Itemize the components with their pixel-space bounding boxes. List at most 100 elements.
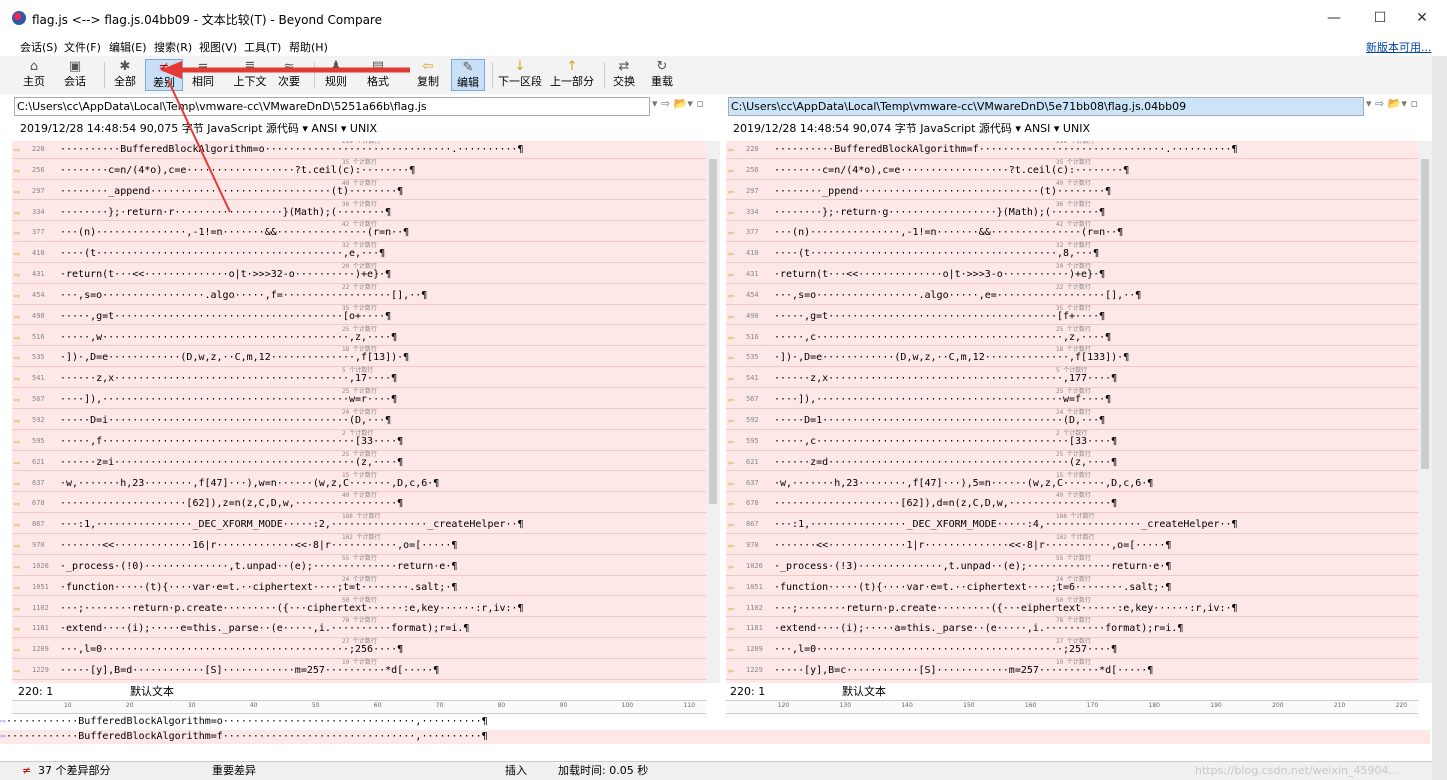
ruler-tick-label: 80 [497, 702, 506, 709]
right-text-pane[interactable]: 219 个计数行 ⇦ 220 ··········BufferedBlockAlgor… [726, 141, 1418, 683]
rules-button[interactable]: ♟ 规则 [320, 59, 352, 91]
menu-view[interactable]: 视图(V) [199, 39, 237, 55]
copy-right-arrow-icon[interactable]: ⇨ [14, 208, 20, 219]
copy-left-arrow-icon[interactable]: ⇦ [728, 395, 734, 406]
prev-section-button[interactable]: ↑ 上一部分 [548, 59, 596, 91]
copy-left-arrow-icon[interactable]: ⇦ [728, 353, 734, 364]
line-number: 490 [32, 311, 45, 320]
diff-row[interactable]: 19 个计数行 ⇦ 1229 ·····[y],B=c············[S]·… [726, 659, 1418, 680]
left-path-input[interactable]: C:\Users\cc\AppData\Local\Temp\vmware-cc… [14, 97, 650, 116]
copy-right-arrow-icon[interactable]: ⇨ [14, 228, 20, 239]
copy-left-arrow-icon[interactable]: ⇦ [728, 166, 734, 177]
copy-right-arrow-icon[interactable]: ⇨ [14, 499, 20, 510]
copy-right-arrow-icon[interactable]: ⇨ [14, 458, 20, 469]
copy-left-arrow-icon[interactable]: ⇦ [728, 291, 734, 302]
new-version-link[interactable]: 新版本可用... [1366, 39, 1432, 55]
copy-right-arrow-icon[interactable]: ⇨ [14, 395, 20, 406]
right-path-controls[interactable]: ▾ ⇨ 📂▾ ▫ [1366, 97, 1430, 116]
copy-left-arrow-icon[interactable]: ⇦ [728, 458, 734, 469]
copy-right-arrow-icon[interactable]: ⇨ [14, 312, 20, 323]
copy-left-arrow-icon[interactable]: ⇦ [728, 645, 734, 656]
copy-right-arrow-icon[interactable]: ⇨ [14, 374, 20, 385]
copy-left-arrow-icon[interactable]: ⇦ [728, 333, 734, 344]
line-text: ·····D=1································… [774, 415, 1106, 426]
line-number: 1026 [32, 561, 49, 570]
copy-left-arrow-icon[interactable]: ⇦ [728, 312, 734, 323]
line-text: ········};·return·g··················}(M… [774, 206, 1106, 218]
copy-left-arrow-icon[interactable]: ⇦ [728, 228, 734, 239]
minimize-button[interactable]: — [1314, 6, 1354, 30]
show-same-button[interactable]: = 相同 [187, 59, 219, 91]
left-vertical-scrollbar[interactable] [706, 141, 720, 683]
close-button[interactable]: ✕ [1402, 6, 1442, 30]
copy-left-arrow-icon[interactable]: ⇦ [728, 208, 734, 219]
session-button[interactable]: ▣ 会话 [56, 59, 94, 91]
copy-left-arrow-icon[interactable]: ⇦ [728, 666, 734, 677]
copy-left-arrow-icon[interactable]: ⇦ [728, 520, 734, 531]
scroll-thumb[interactable] [1421, 159, 1429, 469]
line-text: ······z=i·······························… [60, 456, 404, 468]
scroll-thumb[interactable] [709, 159, 717, 504]
format-button[interactable]: ▤ 格式 [358, 59, 398, 91]
copy-right-arrow-icon[interactable]: ⇨ [14, 416, 20, 427]
menu-help[interactable]: 帮助(H) [289, 39, 328, 55]
copy-left-arrow-icon[interactable]: ⇦ [728, 270, 734, 281]
right-vertical-scrollbar[interactable] [1418, 141, 1432, 683]
swap-button[interactable]: ⇄ 交换 [610, 59, 638, 91]
show-all-button[interactable]: ✱ 全部 [110, 59, 140, 91]
copy-right-arrow-icon[interactable]: ⇨ [14, 353, 20, 364]
copy-left-arrow-icon[interactable]: ⇦ [728, 374, 734, 385]
copy-left-arrow-icon[interactable]: ⇦ [728, 187, 734, 198]
copy-right-arrow-icon[interactable]: ⇨ [14, 291, 20, 302]
left-text-pane[interactable]: 219 个计数行 ⇨ 220 ··········BufferedBlockAlgor… [12, 141, 706, 683]
copy-right-arrow-icon[interactable]: ⇨ [14, 145, 20, 156]
ruler-tick-label: 40 [249, 702, 258, 709]
menu-edit[interactable]: 编辑(E) [109, 39, 147, 55]
copy-left-arrow-icon[interactable]: ⇦ [728, 541, 734, 552]
copy-button[interactable]: ⇦ 复制 [412, 59, 444, 91]
copy-left-arrow-icon[interactable]: ⇦ [728, 562, 734, 573]
menu-tools[interactable]: 工具(T) [244, 39, 281, 55]
copy-right-arrow-icon[interactable]: ⇨ [14, 604, 20, 615]
menu-session[interactable]: 会话(S) [20, 39, 58, 55]
edit-button[interactable]: ✎ 编辑 [451, 59, 485, 91]
reload-button[interactable]: ↻ 重载 [648, 59, 676, 91]
minor-button[interactable]: ≈ 次要 [274, 59, 304, 91]
copy-right-arrow-icon[interactable]: ⇨ [14, 437, 20, 448]
right-path-input[interactable]: C:\Users\cc\AppData\Local\Temp\vmware-cc… [728, 97, 1364, 116]
copy-right-arrow-icon[interactable]: ⇨ [14, 520, 20, 531]
copy-left-arrow-icon[interactable]: ⇦ [728, 583, 734, 594]
copy-right-arrow-icon[interactable]: ⇨ [14, 666, 20, 677]
copy-left-arrow-icon[interactable]: ⇦ [728, 249, 734, 260]
copy-right-arrow-icon[interactable]: ⇨ [14, 583, 20, 594]
minor-icon: ≈ [283, 59, 295, 74]
line-number: 541 [746, 374, 759, 383]
copy-left-arrow-icon[interactable]: ⇦ [728, 416, 734, 427]
menu-file[interactable]: 文件(F) [64, 39, 101, 55]
copy-left-arrow-icon[interactable]: ⇦ [728, 624, 734, 635]
show-diff-button[interactable]: ≠ 差别 [145, 59, 183, 91]
copy-left-arrow-icon[interactable]: ⇦ [728, 479, 734, 490]
next-section-button[interactable]: ↓ 下一区段 [498, 59, 542, 91]
toolbar-separator [492, 62, 493, 88]
menu-search[interactable]: 搜索(R) [154, 39, 192, 55]
copy-left-arrow-icon[interactable]: ⇦ [728, 604, 734, 615]
copy-right-arrow-icon[interactable]: ⇨ [14, 479, 20, 490]
maximize-button[interactable]: ☐ [1360, 6, 1400, 30]
copy-left-arrow-icon[interactable]: ⇦ [728, 437, 734, 448]
copy-right-arrow-icon[interactable]: ⇨ [14, 333, 20, 344]
copy-right-arrow-icon[interactable]: ⇨ [14, 624, 20, 635]
home-button[interactable]: ⌂ 主页 [18, 59, 50, 91]
copy-left-arrow-icon[interactable]: ⇦ [728, 499, 734, 510]
copy-right-arrow-icon[interactable]: ⇨ [14, 645, 20, 656]
copy-right-arrow-icon[interactable]: ⇨ [14, 249, 20, 260]
context-button[interactable]: ≣ 上下文 [230, 59, 270, 91]
copy-right-arrow-icon[interactable]: ⇨ [14, 541, 20, 552]
copy-left-arrow-icon[interactable]: ⇦ [728, 145, 734, 156]
copy-right-arrow-icon[interactable]: ⇨ [14, 270, 20, 281]
copy-right-arrow-icon[interactable]: ⇨ [14, 562, 20, 573]
left-path-controls[interactable]: ▾ ⇨ 📂▾ ▫ [652, 97, 716, 116]
copy-right-arrow-icon[interactable]: ⇨ [14, 166, 20, 177]
copy-right-arrow-icon[interactable]: ⇨ [14, 187, 20, 198]
diff-row[interactable]: 19 个计数行 ⇨ 1229 ·····[y],B=d············[S]·… [12, 659, 706, 680]
